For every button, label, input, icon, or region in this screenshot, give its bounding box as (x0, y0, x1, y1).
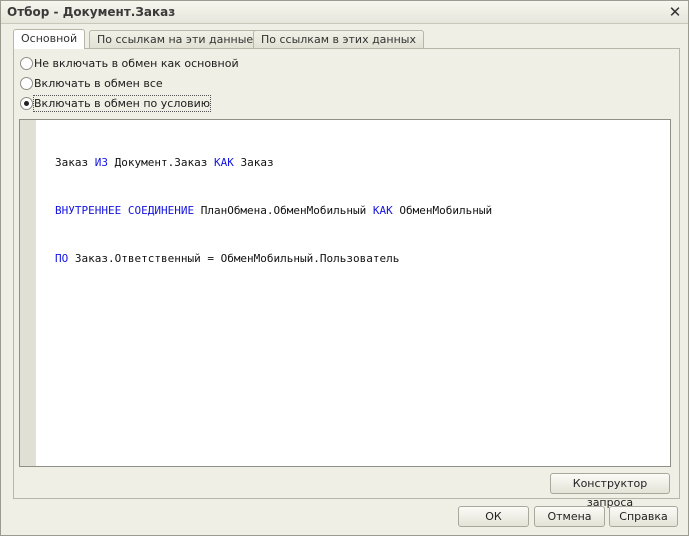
code-keyword: КАК (213, 156, 234, 169)
code-token: Заказ (233, 156, 274, 169)
cancel-button[interactable]: Отмена (534, 506, 605, 527)
tab-refs-to-data[interactable]: По ссылкам на эти данные (89, 30, 262, 48)
tab-panel: Не включать в обмен как основной Включат… (13, 48, 680, 509)
code-keyword: ВНУТРЕННЕЕ СОЕДИНЕНИЕ (55, 204, 195, 217)
query-editor[interactable]: Заказ ИЗ Документ.Заказ КАК Заказ ВНУТРЕ… (19, 119, 671, 467)
title-bar: Отбор - Документ.Заказ ✕ (1, 1, 688, 24)
radio-label: Не включать в обмен как основной (34, 57, 239, 70)
window-title: Отбор - Документ.Заказ (7, 5, 176, 19)
query-line-1: Заказ ИЗ Документ.Заказ КАК Заказ (55, 155, 492, 171)
radio-button[interactable] (20, 77, 33, 90)
radio-button-checked[interactable] (20, 97, 33, 110)
dialog-window: Отбор - Документ.Заказ ✕ Основной По ссы… (0, 0, 689, 536)
code-keyword: ИЗ (94, 156, 108, 169)
query-line-2: ВНУТРЕННЕЕ СОЕДИНЕНИЕ ПланОбмена.ОбменМо… (55, 203, 492, 219)
query-constructor-button[interactable]: Конструктор запроса (550, 473, 670, 509)
code-token: Заказ (55, 156, 95, 169)
tab-refs-in-data[interactable]: По ссылкам в этих данных (253, 30, 424, 48)
radio-button[interactable] (20, 57, 33, 70)
code-token: ПланОбмена.ОбменМобильный (194, 204, 373, 217)
code-keyword: ПО (55, 252, 69, 265)
ok-button[interactable]: ОК (458, 506, 529, 527)
code-token: ОбменМобильный (392, 204, 493, 217)
tab-main[interactable]: Основной (13, 29, 86, 49)
radio-label: Включать в обмен по условию (33, 95, 211, 112)
code-token: Документ.Заказ (108, 156, 214, 169)
editor-gutter (20, 120, 36, 466)
radio-dot (24, 101, 29, 106)
code-token: Заказ.Ответственный = ОбменМобильный.Пол… (68, 252, 400, 265)
radio-label: Включать в обмен все (34, 77, 163, 90)
help-button[interactable]: Справка (609, 506, 678, 527)
code-keyword: КАК (372, 204, 393, 217)
close-icon[interactable]: ✕ (666, 3, 684, 21)
query-text[interactable]: Заказ ИЗ Документ.Заказ КАК Заказ ВНУТРЕ… (55, 123, 492, 299)
query-line-3: ПО Заказ.Ответственный = ОбменМобильный.… (55, 251, 492, 267)
